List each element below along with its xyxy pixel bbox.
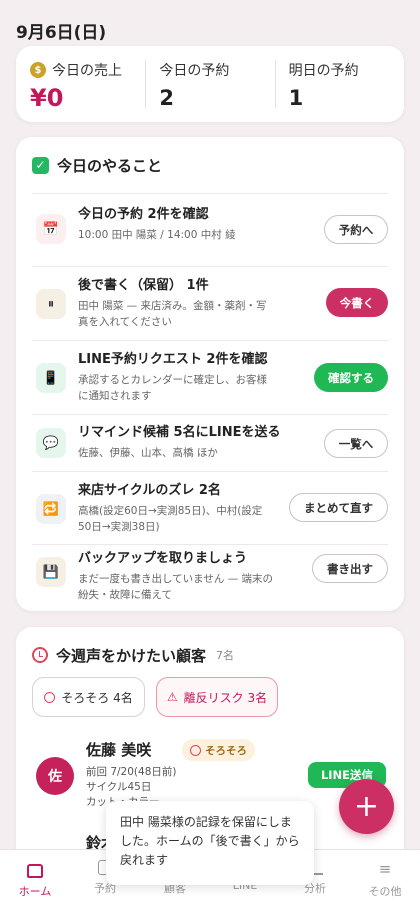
todo-item-line-requests[interactable]: 📱 LINE予約リクエスト 2件を確認 承認するとカレンダーに確定し、お客様に通… [32,340,388,414]
todo-item-pending[interactable]: ⏸ 後で書く（保留） 1件 田中 陽菜 — 来店済み。金額・薬剤・写真を入れてく… [32,266,388,340]
todo-item-title: 今日の予約 2件を確認 [78,207,209,222]
calendar-icon: 📅 [36,214,66,244]
todo-item-subtitle: 10:00 田中 陽菜 / 14:00 中村 綾 [78,229,236,241]
customers-header: 今週声をかけたい顧客 7名 [32,627,388,683]
export-button[interactable]: 書き出す [312,554,388,583]
customer-cycle: サイクル45日 [86,781,152,793]
todo-item-title: バックアップを取りましょう [78,551,248,566]
todo-card: ✓ 今日のやること 📅 今日の予約 2件を確認 10:00 田中 陽菜 / 14… [16,137,404,611]
fix-all-button[interactable]: まとめて直す [289,493,388,522]
todo-item-subtitle: 田中 陽菜 — 来店済み。金額・薬剤・写真を入れてください [78,300,267,328]
mobile-icon: 📱 [36,363,66,393]
todo-item-title: 後で書く（保留） 1件 [78,278,209,293]
stat-value: ¥0 [30,84,64,112]
alarm-clock-icon [32,647,48,663]
todo-title: 今日のやること [57,156,163,175]
speech-bubble-icon: 💬 [36,428,66,458]
todo-item-subtitle: 佐藤、伊藤、山本、高橋 ほか [78,447,218,459]
stat-value: 1 [288,86,304,110]
todo-item-subtitle: 高橋(設定60日→実測85日)、中村(設定50日→実測38日) [78,505,263,533]
filter-label: そろそろ 4名 [61,690,133,705]
customer-last-visit: 前回 7/20(48日前) [86,766,177,778]
pause-icon: ⏸ [36,289,66,319]
todo-item-reservations[interactable]: 📅 今日の予約 2件を確認 10:00 田中 陽菜 / 14:00 中村 綾 予… [32,193,388,266]
customers-count: 7名 [216,649,235,662]
stat-value: 2 [159,86,174,110]
stat-label: 今日の売上 [52,63,122,79]
home-icon [27,864,43,878]
confirm-button[interactable]: 確認する [314,363,388,392]
warning-icon: ⚠ [166,690,178,704]
alarm-clock-icon [190,744,201,756]
customer-name: 佐藤 美咲 [86,741,152,759]
avatar: 佐 [36,757,74,795]
todo-item-title: LINE予約リクエスト 2件を確認 [78,352,268,367]
todo-item-backup[interactable]: 💾 バックアップを取りましょう まだ一度も書き出していません — 端末の紛失・故… [32,544,388,611]
check-icon: ✓ [32,156,49,174]
menu-icon: ≡ [378,860,392,878]
add-button[interactable]: + [339,779,394,834]
todo-item-subtitle: まだ一度も書き出していません — 端末の紛失・故障に備えて [78,573,274,601]
alarm-clock-icon [44,691,56,703]
money-bag-icon: $ [30,62,46,78]
write-now-button[interactable]: 今書く [326,288,388,317]
nav-label: その他 [368,885,402,898]
stat-sales[interactable]: $ 今日の売上 ¥0 [16,46,145,122]
todo-item-title: リマインド候補 5名にLINEを送る [78,425,281,440]
nav-label: ホーム [18,885,52,898]
page-date: 9月6日(日) [16,23,107,43]
status-badge: そろそろ [182,739,255,761]
go-reservations-button[interactable]: 予約へ [324,215,388,244]
stat-tomorrow-reservations[interactable]: 明日の予約 1 [274,46,404,122]
toast-message: 田中 陽菜様の記録を保留にしました。ホームの「後で書く」から戻れます [106,801,314,885]
stat-today-reservations[interactable]: 今日の予約 2 [145,46,274,122]
filter-soon[interactable]: そろそろ 4名 [32,677,145,717]
todo-item-reminders[interactable]: 💬 リマインド候補 5名にLINEを送る 佐藤、伊藤、山本、高橋 ほか 一覧へ [32,414,388,471]
todo-item-cycle[interactable]: 🔁 来店サイクルのズレ 2名 高橋(設定60日→実測85日)、中村(設定50日→… [32,471,388,544]
todo-item-title: 来店サイクルのズレ 2名 [78,483,221,498]
nav-home[interactable]: ホーム [0,850,70,910]
stat-label: 明日の予約 [288,63,359,79]
nav-more[interactable]: ≡ その他 [350,850,420,910]
filter-label: 離反リスク 3名 [183,690,268,705]
stat-label: 今日の予約 [159,63,230,79]
repeat-icon: 🔁 [36,494,66,524]
view-list-button[interactable]: 一覧へ [324,429,388,458]
status-badge-label: そろそろ [205,744,247,757]
filter-churn-risk[interactable]: ⚠ 離反リスク 3名 [156,677,278,717]
todo-item-subtitle: 承認するとカレンダーに確定し、お客様に通知されます [78,374,267,402]
todo-header: ✓ 今日のやること [32,137,388,193]
floppy-disk-icon: 💾 [36,557,66,587]
customers-title: 今週声をかけたい顧客 [56,646,207,665]
stats-card: $ 今日の売上 ¥0 今日の予約 2 明日の予約 1 [16,46,404,122]
